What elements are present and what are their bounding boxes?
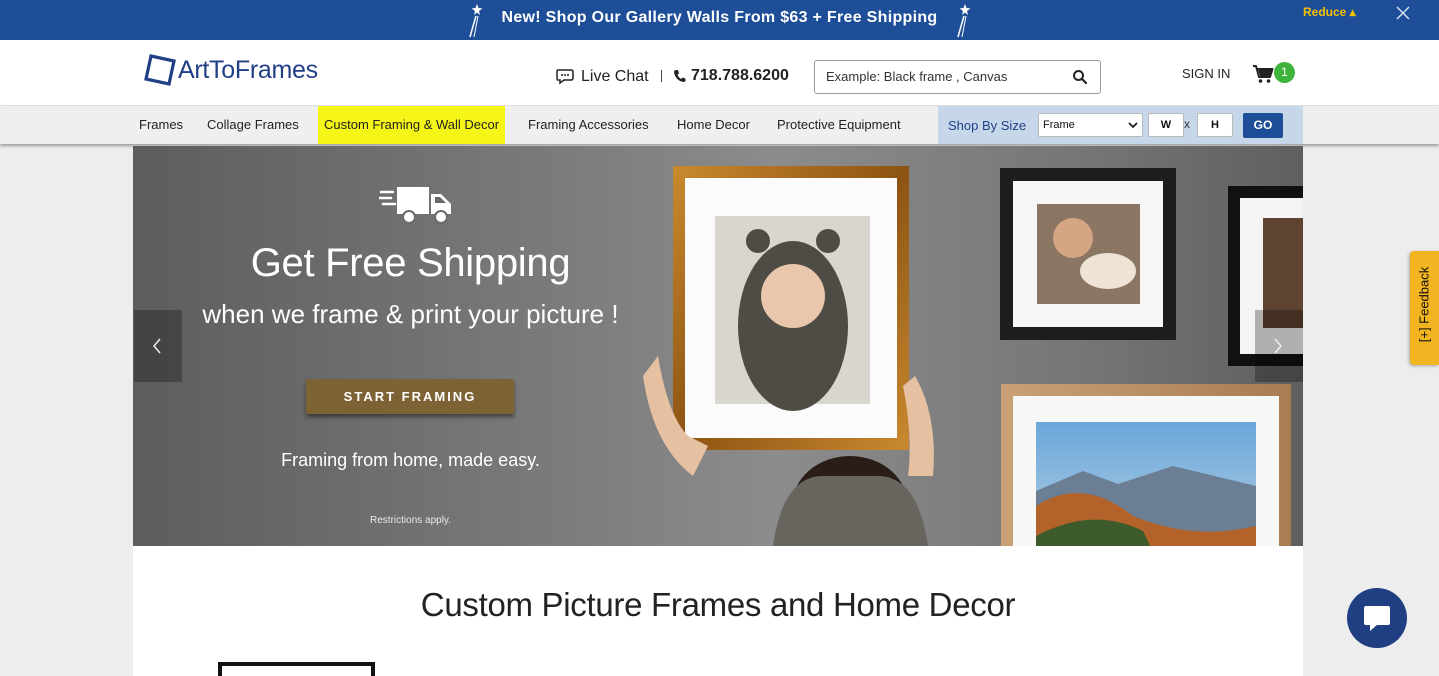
feedback-tab[interactable]: [+] Feedback: [1410, 251, 1439, 365]
logo-text: ArtToFrames: [178, 55, 318, 84]
cart-count-badge: 1: [1274, 62, 1295, 83]
promo-text[interactable]: New! Shop Our Gallery Walls From $63 + F…: [0, 9, 1439, 27]
divider: [661, 70, 662, 82]
chat-icon: [1364, 606, 1390, 631]
chevron-right-icon: [1274, 338, 1282, 354]
nav-item-custom-framing[interactable]: Custom Framing & Wall Decor: [318, 106, 506, 144]
nav-item-frames[interactable]: Frames: [139, 106, 183, 144]
hero-banner: Get Free Shipping when we frame & print …: [133, 146, 1303, 546]
search-input[interactable]: [826, 61, 1066, 91]
dimension-separator: x: [1184, 117, 1190, 131]
reduce-toggle[interactable]: Reduce ▴: [1303, 5, 1356, 19]
shop-by-size-label: Shop By Size: [948, 118, 1027, 133]
frame-type-select[interactable]: Frame: [1038, 113, 1143, 137]
site-header: ArtToFrames Live Chat 718.788.6200 SIGN …: [0, 40, 1439, 106]
frame-type-value: Frame: [1043, 119, 1075, 131]
section-title: Custom Picture Frames and Home Decor: [420, 586, 1016, 623]
phone-link[interactable]: 718.788.6200: [673, 67, 789, 85]
chevron-left-icon: [153, 338, 161, 354]
hero-photo: [643, 166, 1303, 546]
live-chat-label: Live Chat: [581, 68, 649, 85]
search-icon[interactable]: [1072, 69, 1088, 85]
shop-by-size: Shop By Size Frame W x H GO: [938, 106, 1303, 144]
live-chat-link[interactable]: Live Chat: [556, 68, 649, 86]
chat-widget-button[interactable]: [1347, 588, 1407, 648]
hero-subtitle: when we frame & print your picture !: [202, 299, 619, 329]
close-icon[interactable]: [1394, 4, 1412, 22]
logo-mark-icon: [144, 54, 176, 86]
feedback-label: [+] Feedback: [1416, 266, 1432, 343]
nav-item-home-decor[interactable]: Home Decor: [677, 106, 750, 144]
sign-in-link[interactable]: SIGN IN: [1182, 66, 1230, 81]
go-button[interactable]: GO: [1243, 113, 1283, 138]
hero-tagline: Framing from home, made easy.: [281, 450, 540, 470]
width-input[interactable]: W: [1148, 113, 1184, 137]
logo[interactable]: ArtToFrames: [143, 53, 318, 87]
main-nav: Frames Collage Frames Custom Framing & W…: [0, 106, 1439, 144]
content-section: Custom Picture Frames and Home Decor: [133, 546, 1303, 676]
hero-title: Get Free Shipping: [250, 241, 571, 285]
promo-bar[interactable]: New! Shop Our Gallery Walls From $63 + F…: [0, 0, 1439, 40]
product-thumbnail[interactable]: [218, 662, 375, 676]
nav-item-collage-frames[interactable]: Collage Frames: [207, 106, 299, 144]
nav-item-framing-accessories[interactable]: Framing Accessories: [528, 106, 649, 144]
search-box[interactable]: [814, 60, 1101, 94]
phone-number: 718.788.6200: [691, 67, 789, 84]
truck-icon: [379, 187, 451, 224]
carousel-next-button[interactable]: [1255, 310, 1303, 382]
height-input[interactable]: H: [1197, 113, 1233, 137]
carousel-prev-button[interactable]: [134, 310, 182, 382]
restrictions-note: Restrictions apply.: [370, 515, 451, 526]
phone-icon: [674, 70, 686, 83]
chevron-down-icon: [1128, 122, 1138, 129]
start-framing-button[interactable]: START FRAMING: [306, 379, 514, 414]
chat-bubble-icon: [556, 69, 574, 85]
cart-icon[interactable]: [1252, 64, 1274, 84]
nav-item-protective-equipment[interactable]: Protective Equipment: [777, 106, 901, 144]
sparkle-icon: [957, 4, 971, 38]
